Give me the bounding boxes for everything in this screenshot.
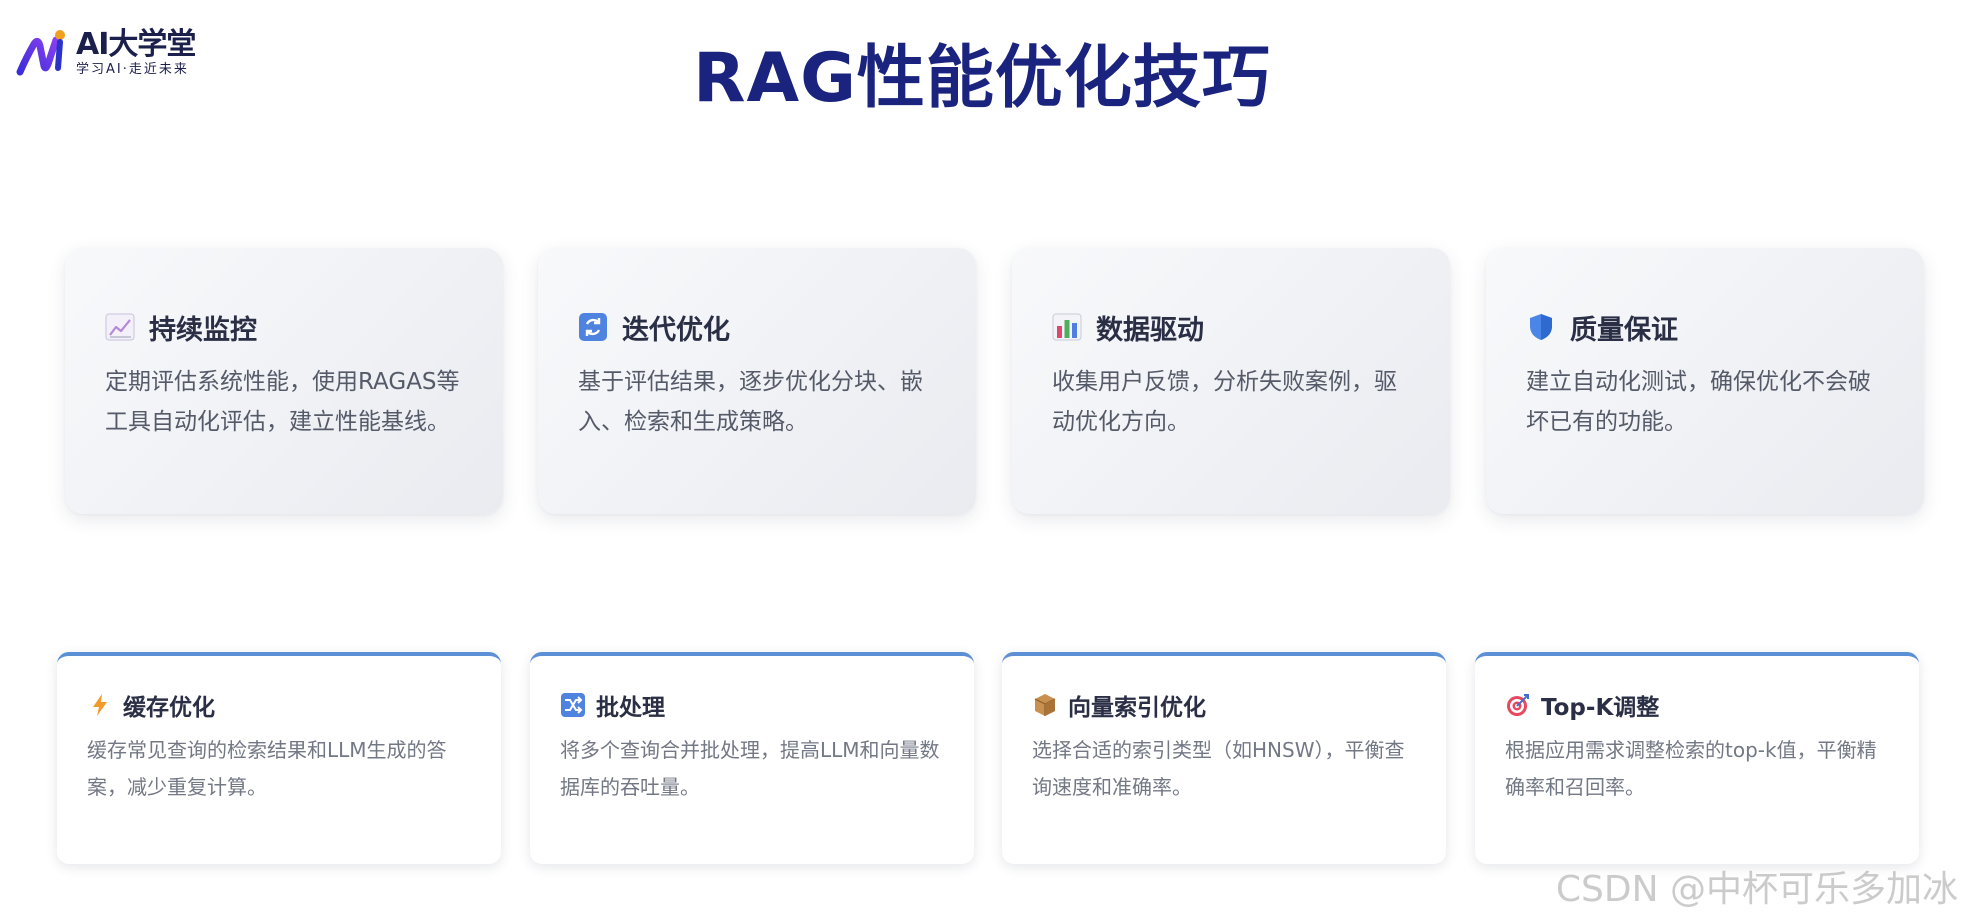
card-title: 缓存优化 [123,695,215,721]
card-title: Top-K调整 [1541,695,1660,721]
card-description: 定期评估系统性能，使用RAGAS等工具自动化评估，建立性能基线。 [105,369,460,435]
card-data-driven: 数据驱动 收集用户反馈，分析失败案例，驱动优化方向。 [1012,248,1450,514]
card-title: 数据驱动 [1096,314,1204,346]
line-chart-icon [105,313,135,341]
card-title: 质量保证 [1570,314,1678,346]
card-description: 根据应用需求调整检索的top-k值，平衡精确率和召回率。 [1505,738,1877,799]
card-title: 向量索引优化 [1068,695,1206,721]
target-icon [1507,694,1529,716]
card-title: 批处理 [596,695,665,721]
card-description: 选择合适的索引类型（如HNSW），平衡查询速度和准确率。 [1032,738,1405,799]
card-description: 将多个查询合并批处理，提高LLM和向量数据库的吞吐量。 [560,738,940,799]
card-description: 基于评估结果，逐步优化分块、嵌入、检索和生成策略。 [578,369,923,435]
card-quality-assurance: 质量保证 建立自动化测试，确保优化不会破坏已有的功能。 [1486,248,1924,514]
card-cache-optimization: 缓存优化 缓存常见查询的检索结果和LLM生成的答案，减少重复计算。 [57,652,501,864]
card-top-k-tuning: Top-K调整 根据应用需求调整检索的top-k值，平衡精确率和召回率。 [1475,652,1919,864]
card-title: 迭代优化 [622,314,730,346]
page-title: RAG性能优化技巧 [693,39,1271,118]
card-description: 缓存常见查询的检索结果和LLM生成的答案，减少重复计算。 [87,738,447,799]
card-description: 收集用户反馈，分析失败案例，驱动优化方向。 [1052,369,1397,435]
refresh-icon [579,313,607,341]
card-batch-processing: 批处理 将多个查询合并批处理，提高LLM和向量数据库的吞吐量。 [530,652,974,864]
card-description: 建立自动化测试，确保优化不会破坏已有的功能。 [1526,369,1871,435]
card-vector-index-optimization: 向量索引优化 选择合适的索引类型（如HNSW），平衡查询速度和准确率。 [1002,652,1446,864]
card-iterative-optimization: 迭代优化 基于评估结果，逐步优化分块、嵌入、检索和生成策略。 [538,248,976,514]
watermark: CSDN @中杯可乐多加冰 [1555,869,1958,910]
lightning-icon [93,694,107,716]
shuffle-icon [561,693,585,717]
card-continuous-monitoring: 持续监控 定期评估系统性能，使用RAGAS等工具自动化评估，建立性能基线。 [65,248,503,514]
bar-chart-icon [1052,313,1082,341]
card-title: 持续监控 [149,314,257,346]
shield-icon [1530,314,1552,340]
package-icon [1034,694,1056,716]
